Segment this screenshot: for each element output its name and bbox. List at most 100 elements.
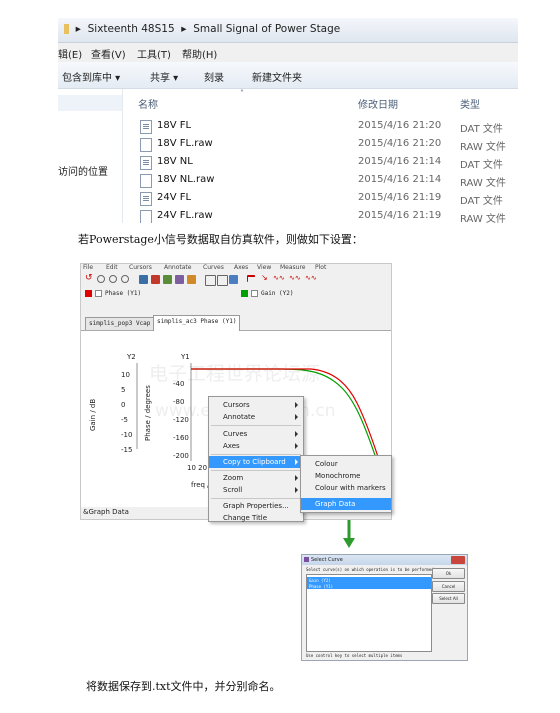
submenu-item-colour[interactable]: Colour <box>301 458 391 470</box>
app-icon <box>304 557 309 562</box>
file-name: 18V NL <box>157 156 193 167</box>
cursor-icon[interactable] <box>247 275 255 282</box>
column-header-date[interactable]: 修改日期 <box>358 96 398 111</box>
menu-item-graph-properties[interactable]: Graph Properties... <box>209 500 303 512</box>
menu-item-scroll[interactable]: Scroll <box>209 484 303 496</box>
close-icon[interactable] <box>451 556 465 564</box>
breadcrumb-item-current[interactable]: Small Signal of Power Stage <box>193 23 340 35</box>
new-axis-icon[interactable] <box>217 275 228 286</box>
select-all-button[interactable]: Select All <box>432 593 465 604</box>
burn-button[interactable]: 刻录 <box>204 69 224 84</box>
measure-wave-2-icon[interactable]: ∿∿ <box>289 274 303 283</box>
viewer-menu-annotate[interactable]: Annotate <box>164 264 191 271</box>
viewer-menu-edit[interactable]: Edit <box>106 264 118 271</box>
new-folder-button[interactable]: 新建文件夹 <box>252 69 302 84</box>
menu-item-change-title[interactable]: Change Title <box>209 512 303 524</box>
menu-item-zoom[interactable]: Zoom <box>209 472 303 484</box>
breadcrumb-item-parent[interactable]: Sixteenth 48S15 <box>88 23 175 35</box>
column-header-name[interactable]: 名称 <box>138 96 158 111</box>
submenu-item-graph-data[interactable]: Graph Data <box>301 498 391 510</box>
dialog-prompt: Select curve(s) on which operation is to… <box>306 567 434 572</box>
zoom-box-icon[interactable] <box>139 275 148 284</box>
viewer-menu-axes[interactable]: Axes <box>234 264 248 271</box>
submenu-arrow-icon <box>295 431 298 437</box>
viewer-menu-measure[interactable]: Measure <box>280 264 306 271</box>
gain-checkbox[interactable] <box>251 290 258 297</box>
viewer-menu-view[interactable]: View <box>257 264 271 271</box>
copy-graph-icon[interactable] <box>151 275 160 284</box>
share-button[interactable]: 共享 ▾ <box>150 69 178 84</box>
ok-button[interactable]: Ok <box>432 568 465 579</box>
submenu-arrow-icon <box>295 443 298 449</box>
file-row[interactable]: 18V NL.raw 2015/4/16 21:14 RAW 文件 <box>58 172 518 190</box>
graph-context-menu: Cursors Annotate Curves Axes Copy to Cli… <box>208 396 304 522</box>
viewer-menu-plot[interactable]: Plot <box>315 264 326 271</box>
zoom-in-icon[interactable] <box>97 275 105 283</box>
menu-tools[interactable]: 工具(T) <box>137 46 171 61</box>
submenu-item-colour-with-markers[interactable]: Colour with markers <box>301 482 391 494</box>
file-icon <box>140 156 152 170</box>
column-header-type[interactable]: 类型 <box>460 96 480 111</box>
viewer-menu-file[interactable]: File <box>83 264 93 271</box>
breadcrumb: ▸ Sixteenth 48S15 ▸ Small Signal of Powe… <box>64 23 340 35</box>
sort-arrow-icon: ˄ <box>240 89 244 98</box>
menu-item-axes[interactable]: Axes <box>209 440 303 452</box>
address-bar[interactable]: ▸ Sixteenth 48S15 ▸ Small Signal of Powe… <box>58 18 518 43</box>
menu-separator <box>211 425 301 426</box>
menu-item-cursors[interactable]: Cursors <box>209 399 303 411</box>
include-in-library-button[interactable]: 包含到库中 ▾ <box>62 69 120 84</box>
submenu-arrow-icon <box>295 487 298 493</box>
file-row[interactable]: 18V NL 2015/4/16 21:14 DAT 文件 <box>58 154 518 172</box>
delete-curve-icon[interactable] <box>175 275 184 284</box>
file-name: 18V FL <box>157 120 192 131</box>
file-row[interactable]: 24V FL.raw 2015/4/16 21:19 RAW 文件 <box>58 208 518 223</box>
file-type: DAT 文件 <box>460 160 503 171</box>
command-bar: 包含到库中 ▾ 共享 ▾ 刻录 新建文件夹 <box>58 62 518 89</box>
tab-phase[interactable]: simplis_ac3 Phase (Y1) <box>153 315 241 331</box>
phase-color-swatch <box>85 290 92 297</box>
menu-item-copy-to-clipboard[interactable]: Copy to Clipboard <box>209 456 303 468</box>
file-type: DAT 文件 <box>460 124 503 135</box>
measure-wave-3-icon[interactable]: ∿∿ <box>305 274 319 283</box>
menu-view[interactable]: 查看(V) <box>91 46 126 61</box>
submenu-arrow-icon <box>295 459 298 465</box>
file-row[interactable]: 18V FL.raw 2015/4/16 21:20 RAW 文件 <box>58 136 518 154</box>
axes-icon[interactable] <box>187 275 196 284</box>
gain-color-swatch <box>241 290 248 297</box>
menu-item-annotate[interactable]: Annotate <box>209 411 303 423</box>
file-date: 2015/4/16 21:14 <box>358 174 442 185</box>
viewer-menu-cursors[interactable]: Cursors <box>129 264 152 271</box>
zoom-fit-icon[interactable] <box>121 275 129 283</box>
breadcrumb-separator-icon: ▸ <box>72 23 85 35</box>
nav-selected-row[interactable] <box>58 95 122 111</box>
menu-item-curves[interactable]: Curves <box>209 428 303 440</box>
file-name: 18V FL.raw <box>157 138 213 149</box>
file-icon <box>140 138 152 152</box>
add-curve-icon[interactable] <box>163 275 172 284</box>
measure-wave-icon[interactable]: ∿∿ <box>273 274 287 283</box>
file-row[interactable]: 18V FL 2015/4/16 21:20 DAT 文件 <box>58 118 518 136</box>
file-date: 2015/4/16 21:20 <box>358 138 442 149</box>
phase-checkbox[interactable] <box>95 290 102 297</box>
instruction-text-2: 将数据保存到.txt文件中，并分别命名。 <box>86 680 281 693</box>
curve-arrow-icon[interactable]: ↘ <box>261 273 270 282</box>
tab-vcap[interactable]: simplis_pop3 Vcap <box>85 317 155 330</box>
curve-listbox[interactable]: Gain (Y2) Phase (Y1) <box>306 574 432 652</box>
viewer-menu-curves[interactable]: Curves <box>203 264 224 271</box>
file-icon <box>140 174 152 188</box>
file-date: 2015/4/16 21:19 <box>358 192 442 203</box>
menu-help[interactable]: 帮助(H) <box>182 46 217 61</box>
gain-legend-label: Gain (Y2) <box>261 290 294 297</box>
submenu-arrow-icon <box>295 402 298 408</box>
properties-icon[interactable] <box>229 275 238 284</box>
undo-icon[interactable]: ↺ <box>85 273 94 283</box>
file-icon <box>140 120 152 134</box>
menu-edit[interactable]: 辑(E) <box>58 46 82 61</box>
curve-list-item-phase[interactable]: Phase (Y1) <box>307 583 431 589</box>
file-row[interactable]: 24V FL 2015/4/16 21:19 DAT 文件 <box>58 190 518 208</box>
new-grid-icon[interactable] <box>205 275 216 286</box>
submenu-item-monochrome[interactable]: Monochrome <box>301 470 391 482</box>
submenu-arrow-icon <box>295 414 298 420</box>
cancel-button[interactable]: Cancel <box>432 581 465 592</box>
zoom-out-icon[interactable] <box>109 275 117 283</box>
